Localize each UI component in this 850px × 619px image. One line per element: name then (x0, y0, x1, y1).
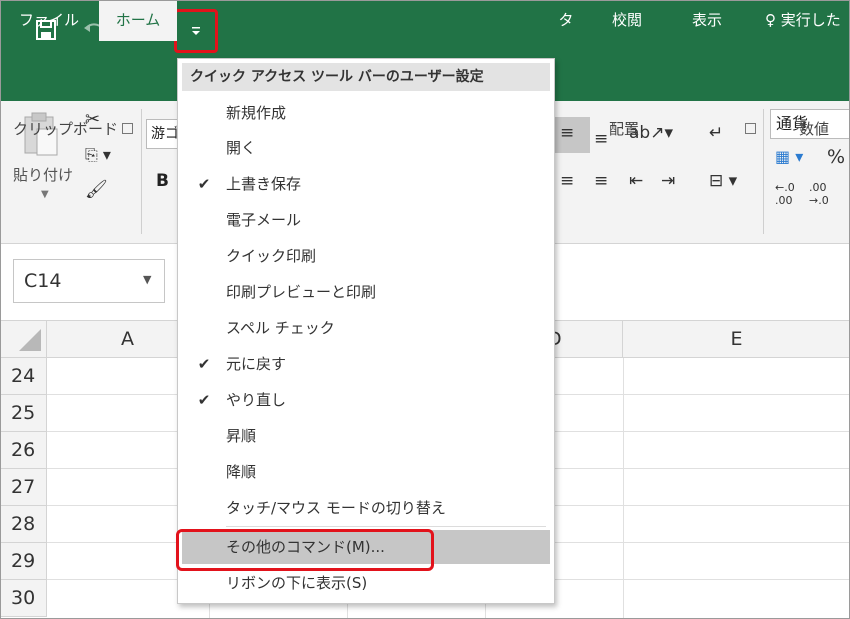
lightbulb-icon: ♀ (765, 11, 776, 29)
menu-item-label: スペル チェック (226, 319, 335, 337)
decrease-decimal-icon[interactable]: .00 →.0 (809, 181, 829, 207)
copy-icon[interactable]: ⎘ ▾ (85, 145, 111, 165)
tab-home[interactable]: ホーム (99, 1, 177, 41)
menu-item[interactable]: 開く (182, 131, 550, 165)
menu-item[interactable]: 昇順 (182, 419, 550, 453)
clipboard-group-label: クリップボード (13, 120, 119, 138)
align-bottom-icon[interactable]: ≡ (594, 129, 608, 149)
menu-item[interactable]: リボンの下に表示(S) (182, 566, 550, 600)
row-header[interactable]: 24 (1, 358, 47, 395)
menu-item[interactable]: ✔ 上書き保存 (182, 167, 550, 201)
menu-item-label: リボンの下に表示(S) (226, 574, 368, 592)
menu-item-label: 開く (226, 139, 257, 157)
menu-item-label: 印刷プレビューと印刷 (226, 283, 377, 301)
menu-item[interactable]: ✔ 元に戻す (182, 347, 550, 381)
increase-indent-icon[interactable]: ⇥ (661, 171, 675, 191)
bold-button[interactable]: B (156, 171, 169, 191)
checkmark-icon: ✔ (197, 355, 211, 373)
menu-item[interactable]: タッチ/マウス モードの切り替え (182, 491, 550, 525)
tab-view[interactable]: 表示 (679, 1, 735, 41)
menu-item-label: やり直し (226, 391, 287, 409)
wrap-text-icon[interactable]: ↵ (709, 123, 723, 143)
tab-tell-me[interactable]: ♀ 実行した (765, 1, 849, 41)
customize-caret-icon (192, 27, 200, 35)
menu-separator (226, 526, 546, 527)
row-header[interactable]: 29 (1, 543, 47, 580)
excel-window: ファイル ホーム タ 校閲 表示 ♀ 実行した 貼り付け ▼ ✂ ⎘ ▾ 🖌 ク… (0, 0, 850, 619)
align-center-icon[interactable]: ≡ (560, 171, 574, 191)
align-middle-icon[interactable]: ≡ (560, 123, 574, 143)
row-header[interactable]: 28 (1, 506, 47, 543)
menu-item-label: 降順 (226, 463, 257, 481)
group-divider (763, 109, 764, 234)
number-group-label: 数値 (799, 120, 830, 138)
menu-item[interactable]: 降順 (182, 455, 550, 489)
menu-item-label: タッチ/マウス モードの切り替え (226, 499, 446, 517)
customize-qat-button[interactable] (174, 9, 218, 53)
tab-file[interactable]: ファイル (9, 1, 89, 41)
paste-button[interactable]: 貼り付け (13, 164, 73, 185)
format-painter-icon[interactable]: 🖌 (85, 179, 108, 200)
increase-decimal-icon[interactable]: ←.0.00 (775, 181, 795, 207)
tell-me-label: 実行した (780, 11, 841, 29)
menu-item[interactable]: ✔ やり直し (182, 383, 550, 417)
menu-title: クイック アクセス ツール バーのユーザー設定 (182, 63, 550, 91)
clipboard-launcher-icon[interactable] (122, 123, 133, 134)
select-all-triangle-icon (19, 329, 41, 351)
menu-item[interactable]: クイック印刷 (182, 239, 550, 273)
row-header[interactable]: 26 (1, 432, 47, 469)
merge-center-icon[interactable]: ⊟ ▾ (709, 171, 737, 191)
row-header[interactable]: 30 (1, 580, 47, 617)
checkmark-icon: ✔ (197, 391, 211, 409)
grid-line (623, 358, 624, 618)
decrease-indent-icon[interactable]: ⇤ (629, 171, 643, 191)
customize-qat-menu: クイック アクセス ツール バーのユーザー設定 新規作成開く ✔ 上書き保存電子メー… (177, 58, 555, 604)
align-right-icon[interactable]: ≡ (594, 171, 608, 191)
alignment-launcher-icon[interactable] (745, 123, 756, 134)
menu-item-label: 新規作成 (226, 104, 287, 122)
percent-button[interactable]: % (827, 146, 845, 168)
tab-data[interactable]: タ (554, 1, 578, 41)
chevron-down-icon[interactable]: ▼ (143, 273, 151, 286)
currency-icon[interactable]: ▦ ▾ (775, 147, 803, 166)
menu-item[interactable]: 新規作成 (182, 96, 550, 130)
menu-item[interactable]: スペル チェック (182, 311, 550, 345)
highlight-box (176, 529, 434, 571)
menu-item-label: 電子メール (226, 211, 302, 229)
chevron-down-icon: ▼ (41, 189, 49, 200)
menu-item-label: 元に戻す (226, 355, 287, 373)
group-divider (141, 109, 142, 234)
menu-item[interactable]: 印刷プレビューと印刷 (182, 275, 550, 309)
row-header[interactable]: 25 (1, 395, 47, 432)
menu-item-label: 昇順 (226, 427, 257, 445)
menu-item-label: クイック印刷 (226, 247, 317, 265)
alignment-group-label: 配置 (609, 120, 640, 138)
row-header[interactable]: 27 (1, 469, 47, 506)
menu-item-label: 上書き保存 (226, 175, 302, 193)
menu-item[interactable]: 電子メール (182, 203, 550, 237)
checkmark-icon: ✔ (197, 175, 211, 193)
column-header-e[interactable]: E (623, 321, 849, 358)
tab-review[interactable]: 校閲 (599, 1, 655, 41)
